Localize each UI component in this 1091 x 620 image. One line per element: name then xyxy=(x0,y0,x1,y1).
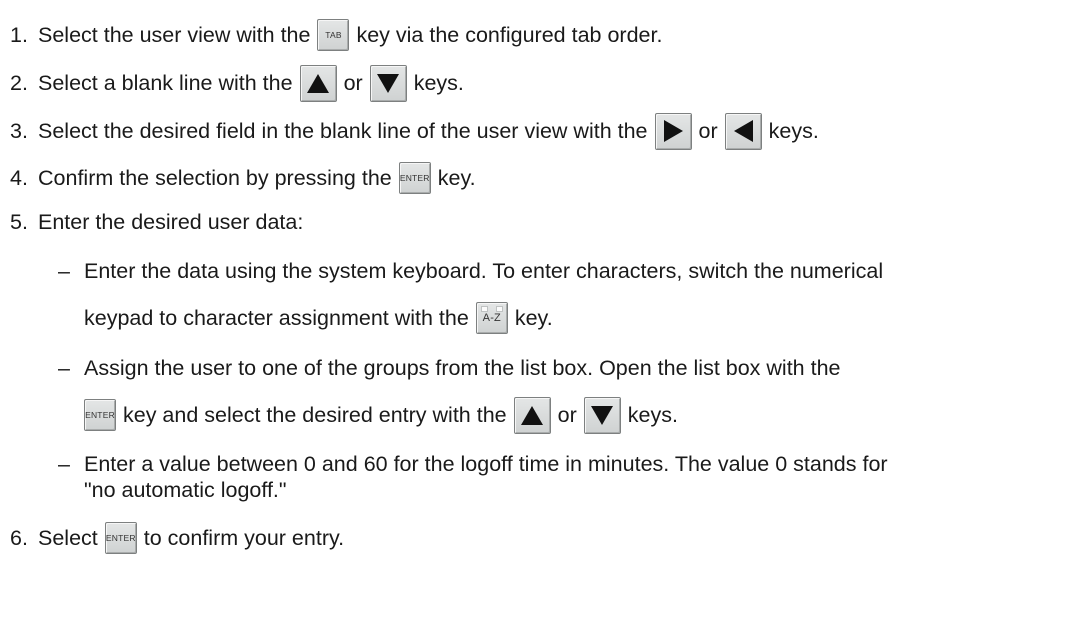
tab-key-icon: TAB xyxy=(317,19,350,51)
step-text-end: keys. xyxy=(413,70,464,95)
or-text: or xyxy=(343,70,363,95)
step-number: 4. xyxy=(10,165,28,190)
step-text: Select xyxy=(38,525,98,550)
arrow-down-key-icon xyxy=(583,396,621,434)
step-2: 2. Select a blank line with the or keys. xyxy=(0,63,464,103)
step-text: Select the desired field in the blank li… xyxy=(38,118,648,143)
step-1: 1. Select the user view with the TAB key… xyxy=(0,15,662,55)
dash-bullet: – xyxy=(58,258,70,283)
step-5: 5. Enter the desired user data: xyxy=(0,202,303,242)
step-text: Select a blank line with the xyxy=(38,70,293,95)
step-3: 3. Select the desired field in the blank… xyxy=(0,111,819,151)
az-key-icon: A-Z xyxy=(475,302,508,334)
or-text: or xyxy=(557,402,577,427)
step-text: Confirm the selection by pressing the xyxy=(38,165,392,190)
enter-key-icon: ENTER xyxy=(84,399,116,431)
instruction-page: 1. Select the user view with the TAB key… xyxy=(0,0,1091,620)
or-text: or xyxy=(698,118,718,143)
enter-key-icon: ENTER xyxy=(104,522,137,554)
substep-2: – Assign the user to one of the groups f… xyxy=(0,348,841,388)
step-number: 5. xyxy=(10,209,28,234)
step-text-end: key. xyxy=(437,165,476,190)
enter-key-icon: ENTER xyxy=(398,162,431,194)
substep-text: Enter the data using the system keyboard… xyxy=(84,258,884,283)
substep-text: Assign the user to one of the groups fro… xyxy=(84,355,841,380)
step-text: Select the user view with the xyxy=(38,22,311,47)
substep-1: – Enter the data using the system keyboa… xyxy=(0,251,883,291)
substep-text: "no automatic logoff." xyxy=(84,477,287,502)
step-number: 6. xyxy=(10,525,28,550)
arrow-down-key-icon xyxy=(369,64,407,102)
step-4: 4. Confirm the selection by pressing the… xyxy=(0,158,476,198)
step-number: 2. xyxy=(10,70,28,95)
substep-text-end: keys. xyxy=(627,402,678,427)
step-text-end: keys. xyxy=(768,118,819,143)
step-text: Enter the desired user data: xyxy=(38,209,304,234)
step-number: 1. xyxy=(10,22,28,47)
arrow-left-key-icon xyxy=(724,112,762,150)
arrow-up-key-icon xyxy=(513,396,551,434)
substep-text: key and select the desired entry with th… xyxy=(123,402,507,427)
arrow-up-key-icon xyxy=(299,64,337,102)
step-number: 3. xyxy=(10,118,28,143)
step-text-end: key via the configured tab order. xyxy=(356,22,663,47)
dash-bullet: – xyxy=(58,355,70,380)
substep-1-cont: keypad to character assignment with the … xyxy=(84,298,553,338)
substep-text-end: key. xyxy=(514,305,553,330)
substep-text: keypad to character assignment with the xyxy=(84,305,469,330)
step-text-end: to confirm your entry. xyxy=(143,525,345,550)
arrow-right-key-icon xyxy=(654,112,692,150)
step-6: 6. Select ENTER to confirm your entry. xyxy=(0,518,344,558)
substep-2-cont: ENTER key and select the desired entry w… xyxy=(77,395,678,435)
dash-bullet: – xyxy=(58,451,70,476)
substep-3-cont: "no automatic logoff." xyxy=(84,470,287,510)
